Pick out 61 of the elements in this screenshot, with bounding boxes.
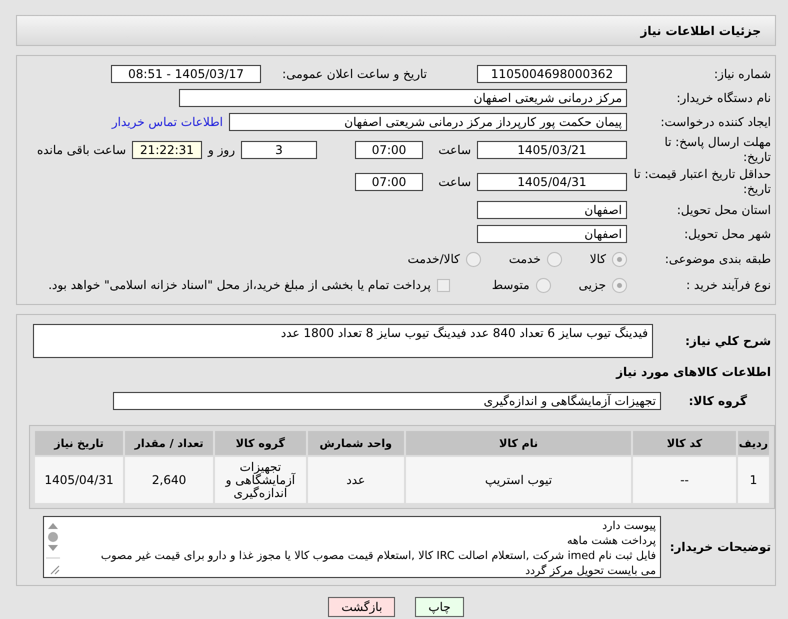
province-field: اصفهان xyxy=(477,201,627,219)
table-cell: 1405/04/31 xyxy=(35,457,124,503)
deadline-time-field: 07:00 xyxy=(355,141,423,159)
table-cell: تیوب استریپ xyxy=(406,457,632,503)
buyer-org-field: مرکز درمانی شریعتی اصفهان xyxy=(179,89,627,107)
field-label: استان محل تحویل: xyxy=(676,202,772,218)
field-label: تاریخ و ساعت اعلان عمومی: xyxy=(281,66,428,82)
field-label: شرح کلي نياز: xyxy=(684,334,772,348)
remaining-label: ساعت باقی مانده xyxy=(36,143,126,157)
days-label: روز و xyxy=(208,143,235,157)
radio-label: خدمت xyxy=(508,252,541,266)
field-label: طبقه بندی موضوعی: xyxy=(664,252,772,266)
column-header: تعداد / مقدار xyxy=(125,431,214,455)
buyer-contact-link[interactable]: اطلاعات تماس خریدار xyxy=(112,115,223,129)
need-number-field: 1105004698000362 xyxy=(477,65,627,83)
note-line: فایل ثبت نام imed شرکت ,استعلام اصالت IRC کالا ,استعلام قیمت مصوب کالا یا مجوز غذا و دارو برای قیمت غیر مصوب xyxy=(100,548,656,563)
column-header: کد کالا xyxy=(633,431,736,455)
back-button[interactable]: بازگشت xyxy=(328,597,396,617)
creator-field: پیمان حکمت پور کارپرداز مرکز درمانی شریعتی اصفهان xyxy=(229,113,627,131)
field-label: نوع فرآیند خرید : xyxy=(685,278,772,292)
field-label: ایجاد کننده درخواست: xyxy=(659,114,772,130)
field-label: گروه کالا: xyxy=(688,394,748,408)
field-label: حداقل تاریخ اعتبار قیمت: تا تاریخ: xyxy=(633,167,772,197)
column-header: ردیف xyxy=(738,431,769,455)
table-cell: عدد xyxy=(308,457,404,503)
days-field: 3 xyxy=(241,141,317,159)
announce-date-field: 1405/03/17 - 08:51 xyxy=(111,65,261,83)
note-line: پیوست دارد xyxy=(601,518,656,533)
radio-label: کالا/خدمت xyxy=(408,252,460,266)
time-label: ساعت xyxy=(437,175,471,189)
table-cell: 2,640 xyxy=(125,457,214,503)
table-cell: تجهیزات آزمایشگاهی و اندازه‌گیری xyxy=(215,457,306,503)
radio-label: جزیی xyxy=(578,278,606,292)
column-header: نام کالا xyxy=(406,431,632,455)
table-cell: 1 xyxy=(738,457,769,503)
city-field: اصفهان xyxy=(477,225,627,243)
table-cell: -- xyxy=(633,457,736,503)
column-header: تاریخ نیاز xyxy=(35,431,124,455)
field-label: شهر محل تحویل: xyxy=(683,226,772,242)
deadline-date-field: 1405/03/21 xyxy=(477,141,627,159)
column-header: گروه کالا xyxy=(215,431,306,455)
section-heading: اطلاعات کالاهای مورد نیاز xyxy=(616,365,772,379)
time-label: ساعت xyxy=(437,143,471,157)
field-label: توضیحات خریدار: xyxy=(668,540,772,554)
remaining-time-field: 21:22:31 xyxy=(132,141,202,159)
checkbox-label: پرداخت تمام یا بخشی از مبلغ خرید،از محل "اسناد خزانه اسلامی" خواهد بود. xyxy=(48,278,431,292)
field-label: شماره نیاز: xyxy=(713,66,772,82)
note-line: می بایست تحویل مرکز گردد xyxy=(524,563,656,578)
field-label: نام دستگاه خریدار: xyxy=(676,90,772,106)
notes-field[interactable]: پیوست دارد پرداخت هشت ماهه فایل ثبت نام imed شرکت ,استعلام اصالت IRC کالا ,استعلام قیمت مصوب کالا یا مجوز غذا و دارو برای قیمت غیر مصوب می بایست تحویل مرکز گردد xyxy=(43,516,661,578)
radio-label: متوسط xyxy=(492,278,530,292)
field-label: مهلت ارسال پاسخ: تا تاریخ: xyxy=(663,135,772,165)
page-title: جزئیات اطلاعات نیاز xyxy=(16,15,776,46)
validity-time-field: 07:00 xyxy=(355,173,423,191)
note-line: پرداخت هشت ماهه xyxy=(566,533,656,548)
print-button[interactable]: چاپ xyxy=(415,597,464,617)
goods-group-field: تجهیزات آزمایشگاهی و اندازه‌گیری xyxy=(113,392,661,410)
validity-date-field: 1405/04/31 xyxy=(477,173,627,191)
column-header: واحد شمارش xyxy=(308,431,404,455)
radio-label: کالا xyxy=(590,252,606,266)
description-field[interactable]: فیدینگ تیوب سایز 6 تعداد 840 عدد فیدینگ تیوب سایز 8 تعداد 1800 عدد xyxy=(33,324,653,358)
